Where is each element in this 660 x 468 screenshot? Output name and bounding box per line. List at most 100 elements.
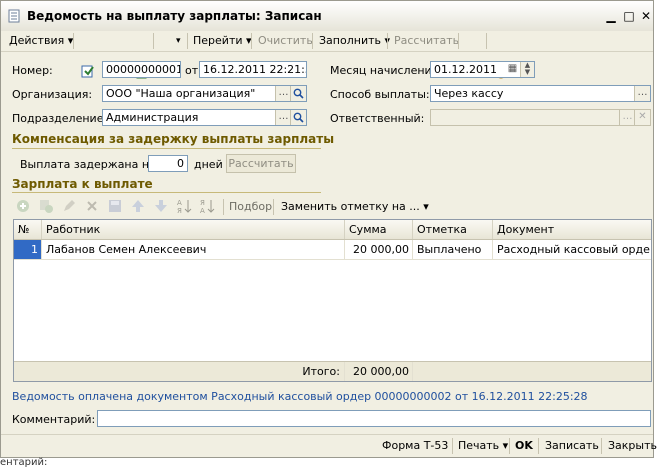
bottom-separator [538, 438, 539, 454]
column-header-number[interactable]: № [14, 220, 42, 239]
goto-label: Перейти [193, 34, 243, 47]
organization-open-icon[interactable] [290, 86, 306, 101]
organization-field[interactable]: ООО "Наша организация" … [102, 85, 307, 102]
document-cell[interactable]: Расходный кассовый орде... [493, 240, 651, 259]
department-field[interactable]: Администрация … [102, 109, 307, 126]
payment-method-label: Способ выплаты: [330, 88, 430, 101]
background-window-text: ентарий: [0, 457, 48, 468]
replace-mark-label: Заменить отметку на ... [281, 200, 420, 213]
document-window: Ведомость на выплату зарплаты: Записан ▁… [0, 0, 657, 458]
svg-text:Я: Я [177, 207, 182, 214]
compensation-calculate-button[interactable]: Рассчитать [226, 154, 296, 173]
add-row-icon[interactable] [15, 198, 31, 214]
column-header-sum[interactable]: Сумма [345, 220, 413, 239]
toolbar-separator [73, 33, 74, 49]
calendar-icon[interactable]: ▦ [505, 62, 520, 77]
responsible-field[interactable]: … ✕ [430, 109, 651, 126]
window-title: Ведомость на выплату зарплаты: Записан [27, 9, 322, 23]
form-t53-button[interactable]: Форма Т-53 [382, 438, 448, 454]
selection-button[interactable]: Подбор [229, 200, 272, 213]
organization-value: ООО "Наша организация" [106, 87, 256, 100]
column-header-worker[interactable]: Работник [42, 220, 345, 239]
salary-section-divider [12, 192, 321, 193]
table-row[interactable]: 1 Лабанов Семен Алексеевич 20 000,00 Вып… [14, 240, 651, 260]
comment-field[interactable] [97, 410, 651, 427]
minimize-button[interactable]: ▁ [605, 10, 617, 22]
toolbar-separator [458, 33, 459, 49]
toolbar-separator [387, 33, 388, 49]
row-number-cell[interactable]: 1 [14, 240, 42, 259]
delay-label: Выплата задержана на: [20, 158, 160, 171]
compensation-section-divider [12, 148, 321, 149]
document-icon [8, 9, 20, 23]
edit-row-icon[interactable] [61, 198, 77, 214]
salary-section-title: Зарплата к выплате [12, 177, 153, 191]
delay-days-field[interactable]: 0 [148, 155, 188, 172]
number-label: Номер: [12, 64, 53, 77]
responsible-select-icon[interactable]: … [619, 110, 635, 125]
svg-text:A: A [200, 207, 205, 214]
structure-dropdown-icon[interactable]: ▾ [176, 33, 181, 49]
delete-row-icon[interactable] [84, 198, 100, 214]
goto-menu[interactable]: Перейти ▾ [193, 33, 252, 49]
date-field[interactable]: 16.12.2011 22:21:53 [199, 61, 307, 78]
sort-ascending-icon[interactable]: AЯ [176, 198, 192, 214]
table-header: № Работник Сумма Отметка Документ [14, 220, 651, 240]
toolbar-separator [187, 33, 188, 49]
bottom-command-bar: Форма Т-53 Печать ▾ OK Записать Закрыть [1, 434, 657, 457]
comment-label: Комментарий: [12, 413, 96, 426]
calculate-button[interactable]: Рассчитать [394, 33, 459, 49]
month-field[interactable]: 01.12.2011 ▦ ▲ ▼ [430, 61, 535, 78]
organization-label: Организация: [12, 88, 93, 101]
organization-select-icon[interactable]: … [275, 86, 291, 101]
close-button[interactable]: Закрыть [608, 438, 657, 454]
table-toolbar-separator [223, 199, 224, 215]
department-open-icon[interactable] [290, 110, 306, 125]
toolbar-separator [312, 33, 313, 49]
column-header-document[interactable]: Документ [493, 220, 651, 239]
mark-cell[interactable]: Выплачено [413, 240, 493, 259]
payment-document-link[interactable]: Ведомость оплачена документом Расходный … [12, 390, 588, 403]
table-footer: Итого: 20 000,00 [14, 361, 651, 381]
bottom-separator [601, 438, 602, 454]
worker-cell[interactable]: Лабанов Семен Алексеевич [42, 240, 345, 259]
move-down-icon[interactable] [153, 198, 169, 214]
end-edit-icon[interactable] [107, 198, 123, 214]
copy-row-icon[interactable] [38, 198, 54, 214]
command-toolbar: Действия ▾ ▾ Перейти ▾ Очистить Заполнит… [1, 31, 653, 79]
print-menu[interactable]: Печать ▾ [458, 438, 508, 454]
save-button[interactable]: Записать [545, 438, 599, 454]
move-up-icon[interactable] [130, 198, 146, 214]
title-bar: Ведомость на выплату зарплаты: Записан ▁… [1, 1, 653, 32]
month-spin-icon[interactable]: ▲ ▼ [520, 62, 534, 77]
toolbar-separator [251, 33, 252, 49]
salary-table[interactable]: № Работник Сумма Отметка Документ 1 Лаба… [13, 219, 652, 382]
column-header-mark[interactable]: Отметка [413, 220, 493, 239]
actions-label: Действия [9, 34, 65, 47]
total-value: 20 000,00 [345, 362, 413, 381]
payment-method-field[interactable]: Через кассу … [430, 85, 651, 102]
post-icon[interactable] [80, 63, 96, 79]
month-label: Месяц начисления: [330, 64, 442, 77]
department-value: Администрация [106, 111, 199, 124]
sort-descending-icon[interactable]: ЯA [199, 198, 215, 214]
maximize-button[interactable]: □ [623, 10, 635, 22]
svg-text:A: A [177, 199, 182, 207]
fill-menu[interactable]: Заполнить ▾ [319, 33, 390, 49]
actions-menu[interactable]: Действия ▾ [9, 33, 73, 49]
responsible-clear-icon[interactable]: ✕ [634, 110, 650, 125]
days-label: дней [194, 158, 223, 171]
payment-method-select-icon[interactable]: … [634, 86, 650, 101]
toolbar-separator [486, 33, 487, 49]
payment-method-value: Через кассу [434, 87, 504, 100]
table-toolbar-separator [273, 199, 274, 215]
svg-text:Я: Я [200, 199, 205, 207]
number-field[interactable]: 00000000001 [102, 61, 181, 78]
clear-button[interactable]: Очистить [258, 33, 313, 49]
department-label: Подразделение: [12, 112, 108, 125]
sum-cell[interactable]: 20 000,00 [345, 240, 413, 259]
replace-mark-menu[interactable]: Заменить отметку на ... ▾ [281, 200, 429, 213]
department-select-icon[interactable]: … [275, 110, 291, 125]
ok-button[interactable]: OK [515, 438, 533, 454]
close-window-button[interactable]: ✕ [640, 10, 652, 22]
